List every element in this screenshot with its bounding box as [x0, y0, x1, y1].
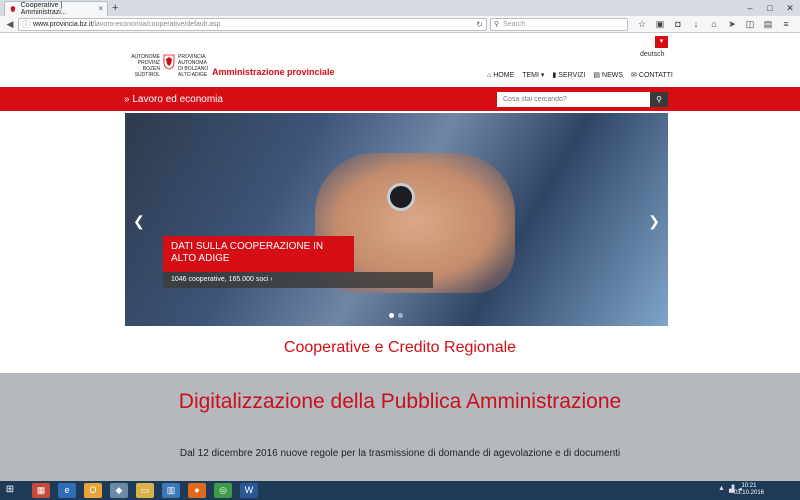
windows-start-icon[interactable]: ⊞	[3, 483, 17, 497]
bookmark-icon: ▮	[552, 72, 557, 79]
site-search-input[interactable]	[497, 92, 650, 107]
envelope-icon: ✉	[631, 72, 637, 79]
menu-item-temi[interactable]: TEMI ▾	[522, 71, 544, 79]
pocket-icon[interactable]: ◘	[672, 18, 684, 30]
browser-window: Cooperative | Amministrazi... × + – □ ✕ …	[0, 0, 800, 500]
minimize-button[interactable]: –	[740, 0, 760, 16]
browser-tab[interactable]: Cooperative | Amministrazi... ×	[4, 1, 108, 16]
addon-icon[interactable]: ◫	[744, 18, 756, 30]
search-icon: ⚲	[494, 21, 500, 28]
home-icon: ⌂	[487, 71, 492, 79]
main-menu: ⌂ HOME TEMI ▾ ▮ SERVIZI ▤ NEWS ✉ CONTATTI	[487, 71, 673, 80]
menu-item-servizi[interactable]: ▮ SERVIZI	[552, 71, 585, 80]
language-link[interactable]: deutsch	[640, 51, 665, 58]
carousel-subline[interactable]: 1046 cooperative, 165.000 soci ›	[163, 272, 433, 288]
news-title[interactable]: Digitalizzazione della Pubblica Amminist…	[0, 390, 800, 413]
carousel-dot[interactable]	[398, 313, 403, 318]
app-tool-icon[interactable]: ◆	[110, 483, 128, 498]
window-controls: – □ ✕	[740, 0, 800, 16]
system-clock[interactable]: 10:21 03.10.2016	[734, 483, 764, 497]
carousel-next-icon[interactable]: ❯	[648, 213, 660, 230]
section-title[interactable]: » Lavoro ed economia	[124, 94, 223, 105]
folder-icon[interactable]: ▭	[136, 483, 154, 498]
wristwatch-image	[387, 183, 415, 211]
carousel-dot[interactable]	[389, 313, 394, 318]
reading-list-icon[interactable]: ▣	[654, 18, 666, 30]
close-tab-icon[interactable]: ×	[98, 4, 103, 13]
app-blue-icon[interactable]: ▥	[162, 483, 180, 498]
bookmark-star-icon[interactable]: ☆	[636, 18, 648, 30]
info-icon[interactable]: ⓘ	[22, 19, 30, 30]
menu-item-news[interactable]: ▤ NEWS	[593, 71, 623, 80]
carousel-headline[interactable]: DATI SULLA COOPERAZIONE IN ALTO ADIGE	[163, 236, 354, 272]
tray-arrow-icon[interactable]: ▲	[718, 485, 725, 493]
tab-title: Cooperative | Amministrazi...	[20, 2, 67, 16]
url-bar[interactable]: ⓘ www.provincia.bz.it/lavoro-economia/co…	[18, 18, 487, 31]
language-toggle-button[interactable]: ▾	[655, 36, 668, 48]
cooperative-heading[interactable]: Cooperative e Credito Regionale	[0, 339, 800, 357]
search-icon: ⚲	[656, 95, 662, 104]
eagle-favicon-icon	[10, 5, 16, 13]
windows-taskbar: ⊞ ▦ e O ◆ ▭ ▥ ● ◎ W ▲ ▟ ◂ 10:21 03.10.20…	[0, 481, 800, 500]
new-tab-button[interactable]: +	[112, 1, 118, 15]
firefox-icon[interactable]: ●	[188, 483, 206, 498]
url-path: /lavoro-economia/cooperative/default.asp	[92, 21, 221, 28]
newspaper-icon: ▤	[593, 72, 601, 79]
ie-icon[interactable]: e	[58, 483, 76, 498]
back-icon[interactable]: ◀	[4, 18, 16, 30]
reload-icon[interactable]: ↻	[476, 19, 483, 30]
toolbar-icons: ☆ ▣ ◘ ↓ ⌂ ➤ ◫ ▤ ≡	[636, 18, 792, 30]
browser-search-placeholder: Search	[503, 21, 526, 28]
outlook-icon[interactable]: O	[84, 483, 102, 498]
extension-icon[interactable]: ▤	[762, 18, 774, 30]
home-icon[interactable]: ⌂	[708, 18, 720, 30]
menu-item-contatti[interactable]: ✉ CONTATTI	[631, 71, 673, 80]
logo-text-german: AUTONOME PROVINZ BOZEN SÜDTIROL	[131, 54, 160, 78]
menu-item-home[interactable]: ⌂ HOME	[487, 71, 514, 79]
site-search-button[interactable]: ⚲	[650, 92, 668, 107]
send-icon[interactable]: ➤	[726, 18, 738, 30]
carousel-dots	[389, 313, 403, 318]
taskbar-apps: ▦ e O ◆ ▭ ▥ ● ◎ W	[32, 483, 258, 498]
browser-search-input[interactable]: ⚲ Search	[490, 18, 628, 31]
url-host: www.provincia.bz.it	[33, 21, 93, 28]
site-title[interactable]: Amministrazione provinciale	[212, 67, 335, 77]
app-red-icon[interactable]: ▦	[32, 483, 50, 498]
carousel-prev-icon[interactable]: ❮	[133, 213, 145, 230]
tab-strip: Cooperative | Amministrazi... × + – □ ✕	[0, 0, 800, 16]
close-window-button[interactable]: ✕	[780, 0, 800, 16]
hero-carousel[interactable]: ❮ ❯ DATI SULLA COOPERAZIONE IN ALTO ADIG…	[125, 113, 668, 326]
section-bar	[0, 87, 800, 111]
eagle-crest-icon	[163, 54, 175, 70]
nav-toolbar: ◀ ⓘ www.provincia.bz.it/lavoro-economia/…	[0, 16, 800, 33]
chrome-icon[interactable]: ◎	[214, 483, 232, 498]
menu-icon[interactable]: ≡	[780, 18, 792, 30]
logo-text-italian: PROVINCIA AUTONOMA DI BOLZANO ALTO ADIGE	[178, 54, 209, 78]
maximize-button[interactable]: □	[760, 0, 780, 16]
download-icon[interactable]: ↓	[690, 18, 702, 30]
news-text: Dal 12 dicembre 2016 nuove regole per la…	[179, 448, 621, 459]
word-icon[interactable]: W	[240, 483, 258, 498]
